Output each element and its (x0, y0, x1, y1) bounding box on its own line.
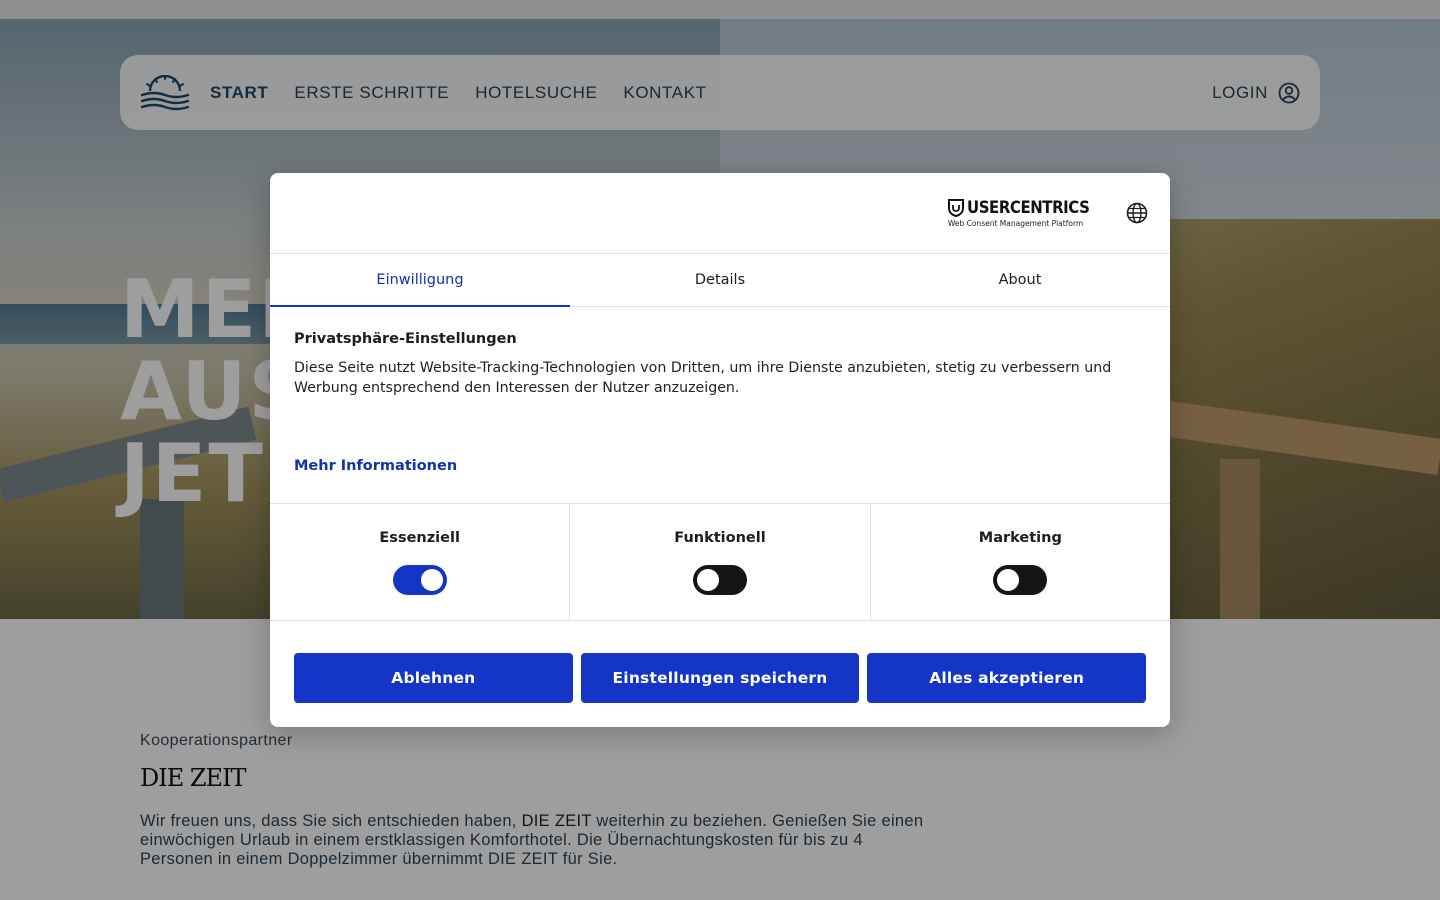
shield-icon (947, 199, 964, 217)
consent-description: Diese Seite nutzt Website-Tracking-Techn… (294, 360, 1112, 396)
category-label: Essenziell (379, 530, 460, 546)
essenziell-toggle[interactable] (392, 565, 447, 595)
usercentrics-name: USERCENTRICS (966, 198, 1090, 218)
save-settings-button[interactable]: Einstellungen speichern (580, 653, 860, 703)
funktionell-toggle[interactable] (692, 565, 747, 595)
usercentrics-logo-row: USERCENTRICS (947, 198, 1106, 218)
category-essenziell: Essenziell (270, 504, 571, 620)
consent-body: Privatsphäre-Einstellungen Diese Seite n… (270, 307, 1170, 503)
deny-button[interactable]: Ablehnen (294, 653, 573, 703)
globe-icon[interactable] (1126, 202, 1148, 224)
dialog-header: USERCENTRICS Web Consent Management Plat… (270, 173, 1170, 254)
tab-about[interactable]: About (870, 254, 1170, 306)
toggle-knob (420, 569, 443, 591)
more-info-link[interactable]: Mehr Informationen (294, 458, 457, 474)
consent-categories: Essenziell Funktionell Marketing (270, 503, 1170, 621)
consent-heading: Privatsphäre-Einstellungen (294, 331, 517, 347)
marketing-toggle[interactable] (993, 565, 1048, 595)
category-label: Funktionell (674, 530, 766, 546)
accept-all-button[interactable]: Alles akzeptieren (867, 653, 1147, 703)
consent-tabs: Einwilligung Details About (270, 254, 1170, 307)
toggle-knob (696, 569, 719, 591)
usercentrics-logo: USERCENTRICS Web Consent Management Plat… (947, 198, 1106, 228)
consent-dialog: USERCENTRICS Web Consent Management Plat… (270, 173, 1170, 727)
toggle-knob (997, 569, 1020, 591)
category-label: Marketing (978, 530, 1062, 546)
tab-details[interactable]: Details (570, 254, 870, 306)
category-marketing: Marketing (871, 504, 1170, 620)
usercentrics-tagline: Web Consent Management Platform (947, 219, 1084, 228)
consent-buttons: Ablehnen Einstellungen speichern Alles a… (270, 621, 1170, 703)
category-funktionell: Funktionell (570, 504, 871, 620)
tab-einwilligung[interactable]: Einwilligung (270, 254, 570, 307)
